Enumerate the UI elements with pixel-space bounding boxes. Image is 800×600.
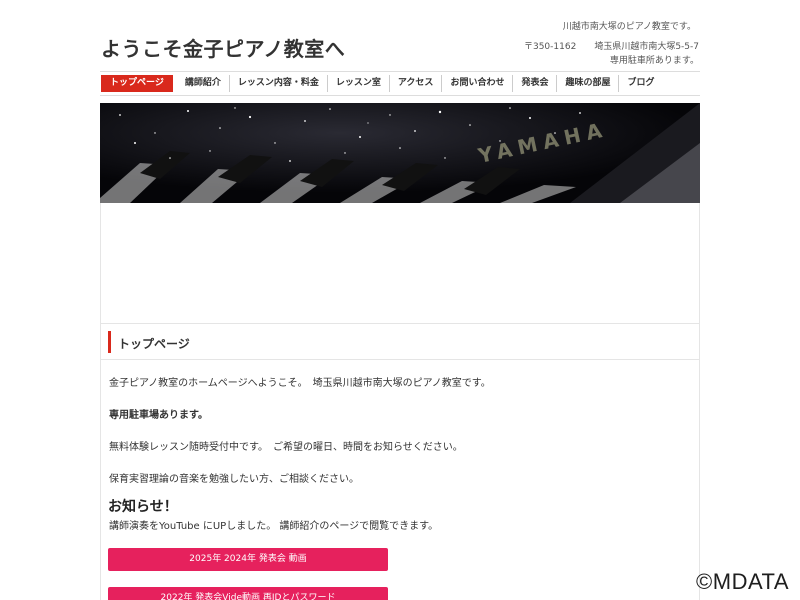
nav-item-top[interactable]: トップページ xyxy=(101,75,173,92)
nav-item-lesson-room[interactable]: レッスン室 xyxy=(326,75,389,92)
page-heading: トップページ xyxy=(101,324,699,360)
nav-item-access[interactable]: アクセス xyxy=(388,75,442,92)
news-text: 講師演奏をYouTube にUPしました。 講師紹介のページで閲覧できます。 xyxy=(109,521,439,532)
recital-video-2022-button[interactable]: 2022年 発表会Vide動画 再IDとパスワード xyxy=(108,587,388,600)
nav-item-contact[interactable]: お問い合わせ xyxy=(441,75,512,92)
main-content: トップページ 金子ピアノ教室のホームページへようこそ。 埼玉県川越市南大塚のピア… xyxy=(100,324,700,600)
welcome-paragraph: 金子ピアノ教室のホームページへようこそ。 埼玉県川越市南大塚のピアノ教室です。 xyxy=(109,378,491,389)
site-title[interactable]: ようこそ金子ピアノ教室へ xyxy=(101,33,345,62)
heading-accent-bar xyxy=(108,331,111,353)
main-nav: トップページ 講師紹介 レッスン内容・料金 レッスン室 アクセス お問い合わせ … xyxy=(100,71,700,96)
nav-item-hobby-room[interactable]: 趣味の部屋 xyxy=(556,75,618,92)
nav-item-recital[interactable]: 発表会 xyxy=(512,75,556,92)
banner-blank-area xyxy=(100,203,700,324)
parking-line: 専用駐車所あります。 xyxy=(609,56,699,66)
news-heading: お知らせ！ xyxy=(108,499,178,515)
trial-lesson-paragraph: 無料体験レッスン随時受付中です。 ご希望の曜日、時間をお知らせください。 xyxy=(109,442,463,453)
watermark-text: ©MDATA xyxy=(696,569,789,594)
page-heading-text: トップページ xyxy=(118,337,190,351)
nav-item-blog[interactable]: ブログ xyxy=(618,75,662,92)
hero-banner: YAMAHA xyxy=(100,103,700,203)
childcare-music-paragraph: 保育実習理論の音楽を勉強したい方、ご相談ください。 xyxy=(109,474,359,485)
address-line: 〒350-1162 埼玉県川越市南大塚5-5-7 xyxy=(523,42,699,52)
nav-item-instructor[interactable]: 講師紹介 xyxy=(177,75,229,92)
address-block: 〒350-1162 埼玉県川越市南大塚5-5-7 専用駐車所あります。 xyxy=(524,40,699,68)
parking-paragraph: 専用駐車場あります。 xyxy=(109,410,208,421)
nav-item-lessons-fees[interactable]: レッスン内容・料金 xyxy=(228,75,327,92)
recital-video-2025-button[interactable]: 2025年 2024年 発表会 動画 xyxy=(108,548,388,571)
piano-keys-starfield-image: YAMAHA xyxy=(100,103,700,203)
site-tagline: 川越市南大塚のピアノ教室です。 xyxy=(562,22,696,32)
